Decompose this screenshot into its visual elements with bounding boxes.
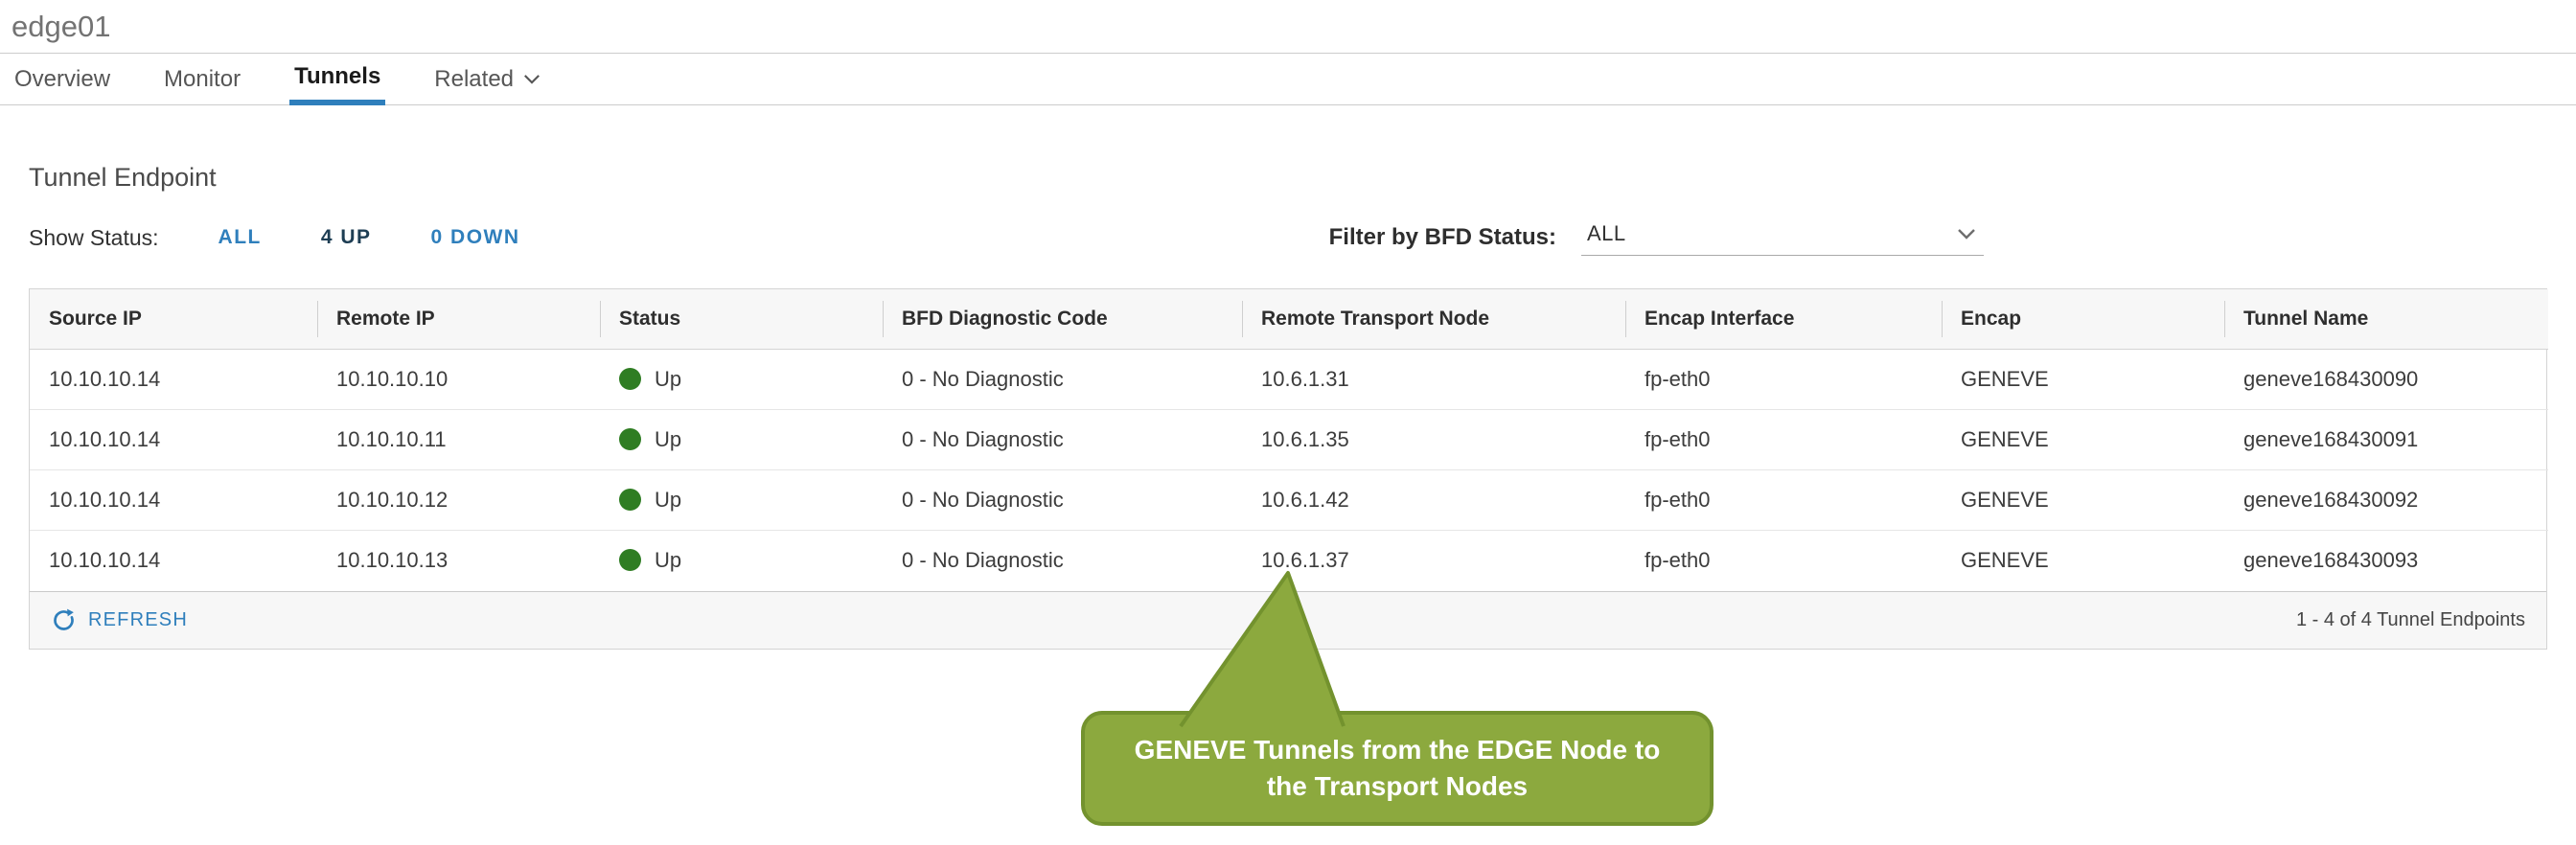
controls-row: Show Status: ALL 4 UP 0 DOWN Filter by B… bbox=[29, 219, 2547, 256]
encap-cell: GENEVE bbox=[1942, 350, 2224, 410]
remote-ip-cell: 10.10.10.12 bbox=[317, 470, 600, 531]
remote-ip-cell: 10.10.10.11 bbox=[317, 410, 600, 470]
chevron-down-icon bbox=[523, 74, 540, 84]
remote-transport-node-cell: 10.6.1.42 bbox=[1242, 470, 1625, 531]
bfd-filter-group: Filter by BFD Status: ALL bbox=[1329, 219, 1984, 256]
bfd-code-cell: 0 - No Diagnostic bbox=[883, 410, 1242, 470]
status-up-icon bbox=[619, 549, 641, 571]
bfd-code-cell: 0 - No Diagnostic bbox=[883, 350, 1242, 410]
column-header-status: Status bbox=[600, 289, 883, 350]
table-row[interactable]: 10.10.10.14 10.10.10.11 Up 0 - No Diagno… bbox=[30, 410, 2548, 470]
tab-related-label: Related bbox=[434, 66, 514, 93]
bfd-filter-label: Filter by BFD Status: bbox=[1329, 224, 1556, 251]
table-row[interactable]: 10.10.10.14 10.10.10.12 Up 0 - No Diagno… bbox=[30, 470, 2548, 531]
status-up-icon bbox=[619, 489, 641, 511]
show-status-group: Show Status: ALL 4 UP 0 DOWN bbox=[29, 225, 520, 251]
source-ip-cell: 10.10.10.14 bbox=[30, 410, 317, 470]
tunnel-name-cell: geneve168430092 bbox=[2224, 470, 2548, 531]
source-ip-cell: 10.10.10.14 bbox=[30, 531, 317, 591]
refresh-button[interactable]: REFRESH bbox=[51, 607, 188, 633]
column-header-bfd-diagnostic-code: BFD Diagnostic Code bbox=[883, 289, 1242, 350]
status-up-icon bbox=[619, 428, 641, 450]
encap-cell: GENEVE bbox=[1942, 531, 2224, 591]
callout-pointer bbox=[1171, 565, 1353, 730]
tab-bar: Overview Monitor Tunnels Related bbox=[0, 54, 2576, 105]
pagination-count: 1 - 4 of 4 Tunnel Endpoints bbox=[2296, 609, 2525, 631]
bfd-status-select[interactable]: ALL bbox=[1581, 219, 1984, 256]
tunnel-name-cell: geneve168430091 bbox=[2224, 410, 2548, 470]
encap-cell: GENEVE bbox=[1942, 470, 2224, 531]
tab-monitor-label: Monitor bbox=[164, 66, 241, 93]
status-filter-all[interactable]: ALL bbox=[218, 226, 262, 249]
encap-interface-cell: fp-eth0 bbox=[1625, 531, 1942, 591]
source-ip-cell: 10.10.10.14 bbox=[30, 350, 317, 410]
page-header: edge01 bbox=[0, 0, 2576, 54]
table-row[interactable]: 10.10.10.14 10.10.10.10 Up 0 - No Diagno… bbox=[30, 350, 2548, 410]
status-cell: Up bbox=[600, 470, 883, 531]
tab-related[interactable]: Related bbox=[429, 54, 545, 104]
remote-ip-cell: 10.10.10.13 bbox=[317, 531, 600, 591]
encap-interface-cell: fp-eth0 bbox=[1625, 470, 1942, 531]
remote-transport-node-cell: 10.6.1.31 bbox=[1242, 350, 1625, 410]
table-header-row: Source IP Remote IP Status BFD Diagnosti… bbox=[30, 289, 2548, 350]
source-ip-cell: 10.10.10.14 bbox=[30, 470, 317, 531]
bfd-status-selected-value: ALL bbox=[1587, 221, 1626, 246]
tab-overview[interactable]: Overview bbox=[10, 54, 115, 104]
encap-interface-cell: fp-eth0 bbox=[1625, 410, 1942, 470]
status-cell: Up bbox=[600, 410, 883, 470]
callout-text-line1: GENEVE Tunnels from the EDGE Node to bbox=[1085, 732, 1710, 768]
status-label: Up bbox=[655, 488, 681, 512]
column-header-encap: Encap bbox=[1942, 289, 2224, 350]
column-header-tunnel-name: Tunnel Name bbox=[2224, 289, 2548, 350]
encap-cell: GENEVE bbox=[1942, 410, 2224, 470]
refresh-icon bbox=[51, 607, 77, 633]
tab-overview-label: Overview bbox=[14, 66, 110, 93]
remote-ip-cell: 10.10.10.10 bbox=[317, 350, 600, 410]
status-cell: Up bbox=[600, 350, 883, 410]
column-header-encap-interface: Encap Interface bbox=[1625, 289, 1942, 350]
tab-tunnels-label: Tunnels bbox=[294, 63, 380, 90]
tab-monitor[interactable]: Monitor bbox=[159, 54, 245, 104]
status-filter-up[interactable]: 4 UP bbox=[321, 226, 372, 249]
section-title: Tunnel Endpoint bbox=[29, 163, 2547, 193]
page-title: edge01 bbox=[12, 10, 2576, 44]
column-header-source-ip: Source IP bbox=[30, 289, 317, 350]
tunnel-name-cell: geneve168430093 bbox=[2224, 531, 2548, 591]
status-filter-down[interactable]: 0 DOWN bbox=[431, 226, 520, 249]
status-up-icon bbox=[619, 368, 641, 390]
callout-text-line2: the Transport Nodes bbox=[1085, 768, 1710, 805]
bfd-code-cell: 0 - No Diagnostic bbox=[883, 470, 1242, 531]
show-status-label: Show Status: bbox=[29, 225, 159, 251]
remote-transport-node-cell: 10.6.1.35 bbox=[1242, 410, 1625, 470]
tunnel-name-cell: geneve168430090 bbox=[2224, 350, 2548, 410]
status-cell: Up bbox=[600, 531, 883, 591]
tab-tunnels[interactable]: Tunnels bbox=[289, 54, 385, 105]
column-header-remote-ip: Remote IP bbox=[317, 289, 600, 350]
status-label: Up bbox=[655, 367, 681, 391]
status-label: Up bbox=[655, 548, 681, 572]
status-label: Up bbox=[655, 427, 681, 451]
encap-interface-cell: fp-eth0 bbox=[1625, 350, 1942, 410]
chevron-down-icon bbox=[1957, 228, 1976, 240]
column-header-remote-transport-node: Remote Transport Node bbox=[1242, 289, 1625, 350]
refresh-label: REFRESH bbox=[88, 609, 188, 631]
